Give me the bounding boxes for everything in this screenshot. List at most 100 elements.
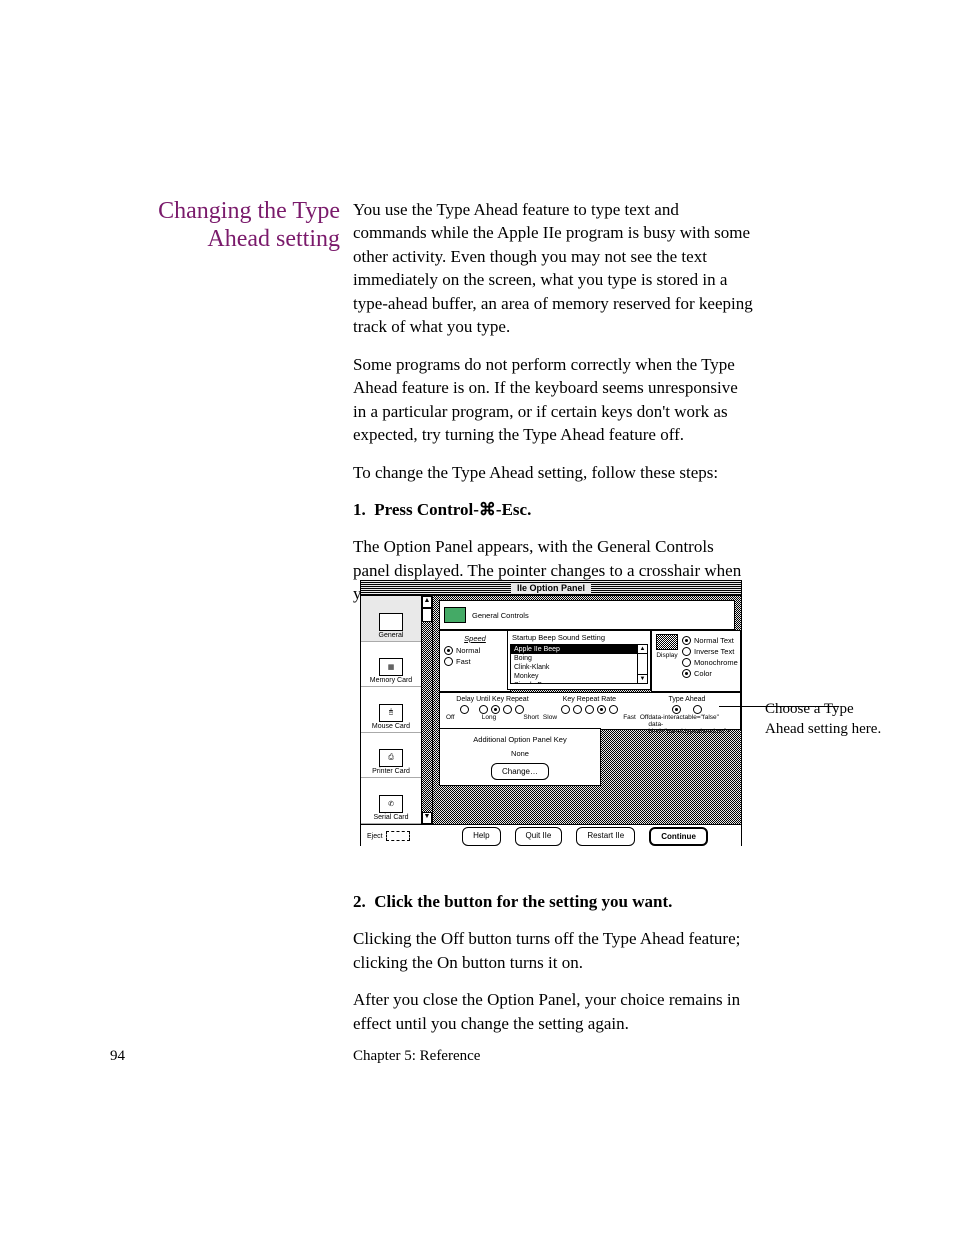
scale-label: Long [482,714,496,721]
list-scrollbar[interactable]: ▲ ▼ [637,645,647,683]
step-title: Click the button for the setting you wan… [374,892,672,911]
rate-radio[interactable] [573,705,582,714]
delay-radio[interactable] [479,705,488,714]
radio-icon [444,646,453,655]
delay-radio[interactable] [491,705,500,714]
radio-label: Color [694,669,712,678]
scale-label: Short [523,714,539,721]
page: Changing the Type Ahead setting You use … [0,0,954,1235]
radio-label: Fast [456,657,471,666]
scroll-down-arrow-icon[interactable]: ▼ [638,674,647,683]
panel-sidebar: General ▦ Memory Card 🖱 Mouse Card ⎙ Pri… [361,596,422,824]
list-item[interactable]: Simple Beep [511,681,647,684]
section-heading: Changing the Type Ahead setting [110,198,340,253]
rate-radio[interactable] [561,705,570,714]
sidebar-scrollbar[interactable]: ▲ ▼ [422,596,433,824]
display-color-radio[interactable]: Color [682,669,738,678]
radio-icon [682,658,691,667]
change-button[interactable]: Change… [491,763,549,780]
rate-group: Key Repeat Rate Slow Fast [541,696,638,726]
sidebar-item-label: Mouse Card [372,723,410,730]
radio-icon [682,647,691,656]
step-1-heading: 1. Press Control-⌘-Esc. [353,498,753,521]
radio-label: Inverse Text [694,647,734,656]
sidebar-item-general[interactable]: General [361,596,421,642]
step-title: Press Control-⌘-Esc. [374,500,531,519]
beep-list[interactable]: Apple IIe Beep Boing Clink-Klank Monkey … [510,644,648,684]
list-item[interactable]: Monkey [511,672,647,681]
radio-label: Normal [456,646,480,655]
list-item[interactable]: Apple IIe Beep [511,645,647,654]
paragraph: To change the Type Ahead setting, follow… [353,461,753,484]
phone-icon: ✆ [379,795,403,813]
group-title: Type Ahead [668,696,705,703]
scale-label: Slow [543,714,557,721]
value-label: None [511,749,529,758]
delay-radio[interactable] [460,705,469,714]
quit-button[interactable]: Quit IIe [515,827,563,846]
screen-icon [656,634,678,650]
group-title: Startup Beep Sound Setting [510,633,648,644]
group-title: Delay Until Key Repeat [456,696,528,703]
list-item[interactable]: Boing [511,654,647,663]
body-column: You use the Type Ahead feature to type t… [353,198,753,620]
group-title: Key Repeat Rate [563,696,616,703]
step-number: 1. [353,500,366,519]
body-column-continued: 2. Click the button for the setting you … [353,890,753,1049]
step-number: 2. [353,892,366,911]
sidebar-item-mouse[interactable]: 🖱 Mouse Card [361,687,421,733]
header-label: General Controls [472,611,529,620]
typeahead-on-radio[interactable] [693,705,702,714]
scale-label: Off [640,714,649,735]
rate-radio[interactable] [585,705,594,714]
delay-radio[interactable] [503,705,512,714]
radio-icon [444,657,453,666]
delay-radio[interactable] [515,705,524,714]
typeahead-off-radio[interactable] [672,705,681,714]
additional-key-group: Additional Option Panel Key None Change… [439,728,601,786]
speed-fast-radio[interactable]: Fast [444,657,506,666]
paragraph: After you close the Option Panel, your c… [353,988,753,1035]
group-title: Display [656,652,677,659]
scroll-up-arrow-icon[interactable]: ▲ [638,645,647,654]
restart-button[interactable]: Restart IIe [576,827,635,846]
group-title: Additional Option Panel Key [473,735,566,744]
sidebar-item-serial[interactable]: ✆ Serial Card [361,778,421,824]
window-titlebar[interactable]: IIe Option Panel [361,581,741,596]
continue-button[interactable]: Continue [649,827,708,846]
scroll-down-arrow-icon[interactable]: ▼ [422,812,432,824]
window-title: IIe Option Panel [511,583,591,593]
scale-label: data-interactable="false" data-bind="pan… [648,714,734,735]
disk-slot-icon [386,831,410,841]
display-group: Display Normal Text Inverse Text Monochr… [651,630,741,692]
radio-icon [682,669,691,678]
step-2-body: Clicking the Off button turns off the Ty… [353,927,753,974]
callout-leader-line [719,706,839,707]
eject-control[interactable]: Eject [367,831,425,841]
rate-radio[interactable] [597,705,606,714]
beep-group: Startup Beep Sound Setting Apple IIe Bee… [507,630,651,690]
typeahead-group: Type Ahead Off data-interactable="false"… [638,696,736,726]
chip-icon: ▦ [379,658,403,676]
speed-group: Speed Normal Fast [439,630,511,692]
radio-label: Normal Text [694,636,734,645]
paragraph: You use the Type Ahead feature to type t… [353,198,753,339]
speed-normal-radio[interactable]: Normal [444,646,506,655]
sidebar-item-label: General [379,632,404,639]
scroll-thumb[interactable] [422,608,432,622]
delay-group: Delay Until Key Repeat Off Long [444,696,541,726]
radio-label: Monochrome [694,658,738,667]
printer-icon: ⎙ [379,749,403,767]
list-item[interactable]: Clink-Klank [511,663,647,672]
scroll-up-arrow-icon[interactable]: ▲ [422,596,432,608]
display-mono-radio[interactable]: Monochrome [682,658,738,667]
group-title: Speed [444,634,506,643]
help-button[interactable]: Help [462,827,500,846]
display-inverse-radio[interactable]: Inverse Text [682,647,738,656]
radio-icon [682,636,691,645]
rate-radio[interactable] [609,705,618,714]
monitor-icon [379,613,403,631]
display-normal-radio[interactable]: Normal Text [682,636,738,645]
sidebar-item-printer[interactable]: ⎙ Printer Card [361,733,421,779]
sidebar-item-memory[interactable]: ▦ Memory Card [361,642,421,688]
